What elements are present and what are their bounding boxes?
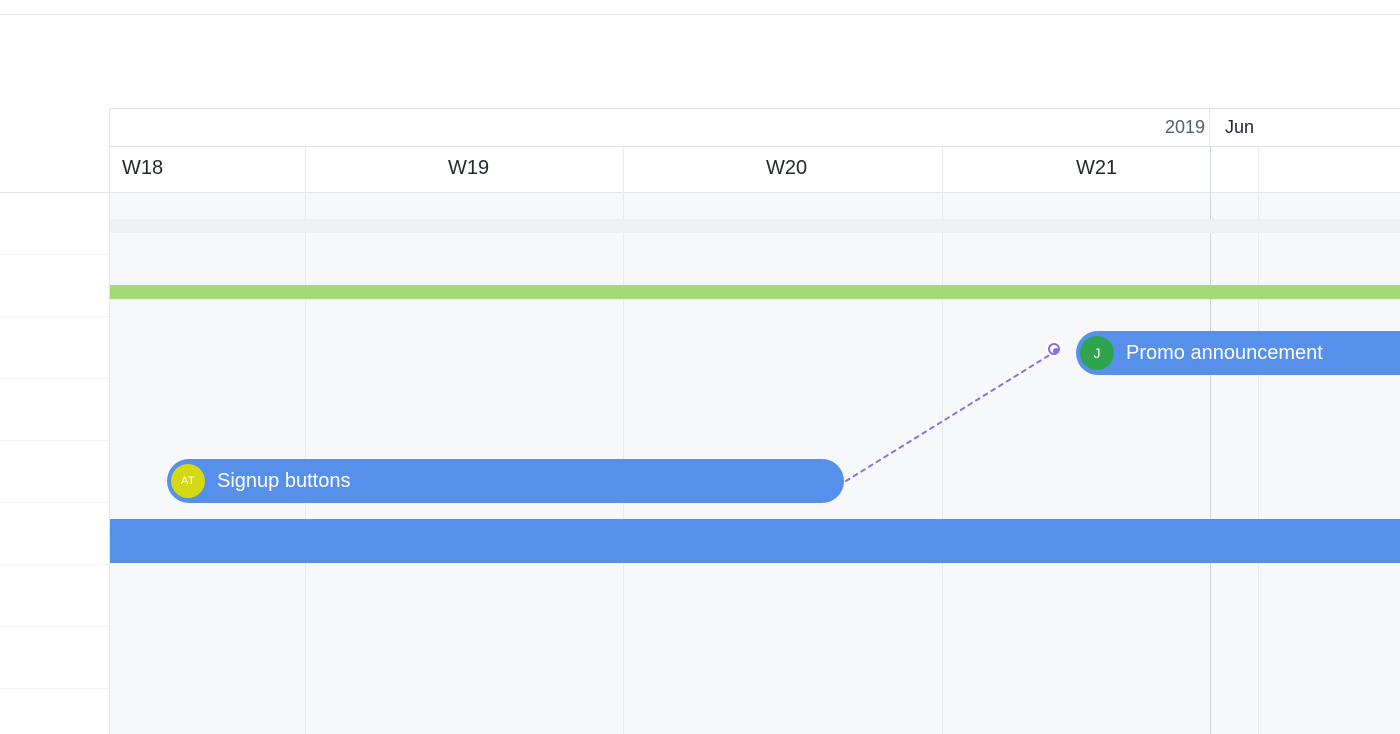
- task-bar-signup[interactable]: AT Signup buttons: [167, 459, 844, 503]
- timeline-body: J Promo announcement AT Signup buttons: [110, 193, 1400, 734]
- sidebar-row[interactable]: [0, 193, 109, 255]
- task-band-green[interactable]: [110, 285, 1400, 299]
- top-divider: [0, 14, 1400, 15]
- timeline-clip: 2019 Jun W18 W19 W20 W21: [110, 108, 1400, 734]
- avatar-initials: J: [1094, 345, 1101, 361]
- sidebar-row[interactable]: [0, 379, 109, 441]
- sidebar-row[interactable]: [0, 565, 109, 627]
- gantt-timeline-view: 2019 Jun W18 W19 W20 W21: [0, 0, 1400, 734]
- sidebar-row[interactable]: [0, 441, 109, 503]
- row-sidebar: [0, 108, 110, 734]
- sidebar-row[interactable]: [0, 627, 109, 689]
- task-label: Signup buttons: [217, 470, 350, 493]
- month-label: Jun: [1225, 117, 1254, 138]
- month-header: 2019 Jun: [110, 108, 1400, 146]
- week-header: W18 W19 W20 W21: [110, 146, 1400, 193]
- avatar: AT: [171, 464, 205, 498]
- week-label: W20: [766, 157, 807, 180]
- year-label: 2019: [1165, 117, 1205, 138]
- avatar-initials: AT: [181, 475, 195, 487]
- week-label: W21: [1076, 157, 1117, 180]
- sidebar-header-cell: [0, 108, 109, 193]
- task-label: Promo announcement: [1126, 342, 1323, 365]
- dependency-handle[interactable]: [1048, 343, 1060, 355]
- sidebar-row[interactable]: [0, 503, 109, 565]
- month-divider: [1209, 109, 1210, 146]
- sidebar-row[interactable]: [0, 255, 109, 317]
- avatar: J: [1080, 336, 1114, 370]
- timeline-area[interactable]: 2019 Jun W18 W19 W20 W21: [110, 108, 1400, 734]
- sidebar-row[interactable]: [0, 317, 109, 379]
- week-label: W18: [122, 157, 163, 180]
- week-label: W19: [448, 157, 489, 180]
- task-band-blue[interactable]: [110, 519, 1400, 563]
- section-band-grey[interactable]: [110, 219, 1400, 233]
- dependency-connector: [110, 193, 1400, 693]
- task-bar-promo[interactable]: J Promo announcement: [1076, 331, 1400, 375]
